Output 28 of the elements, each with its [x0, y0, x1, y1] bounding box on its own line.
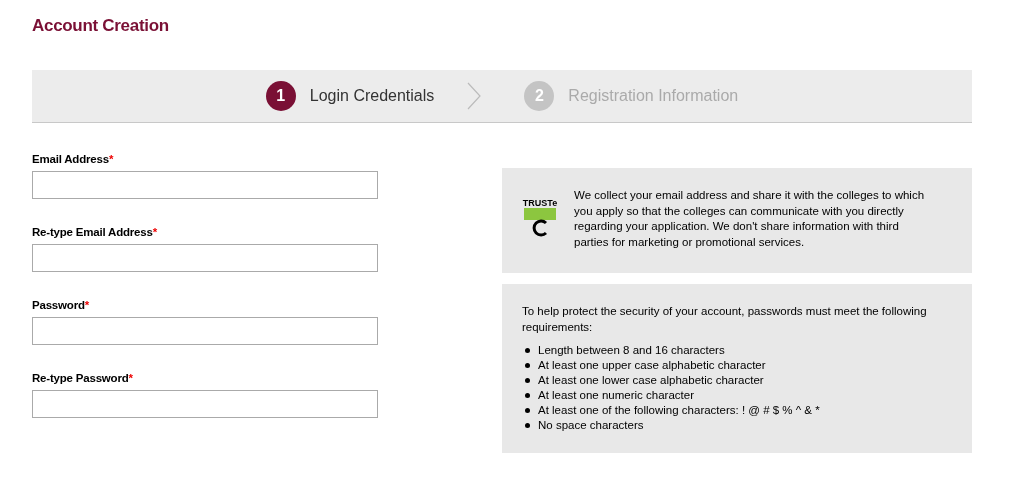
step-number: 1 [265, 81, 296, 111]
bullet-icon [525, 423, 530, 428]
bullet-icon [525, 393, 530, 398]
requirement-text: At least one numeric character [538, 388, 694, 403]
input-field[interactable] [32, 317, 378, 345]
requirement-text: At least one lower case alphabetic character [538, 373, 764, 388]
requirement-text: Length between 8 and 16 characters [538, 343, 725, 358]
step-label: Login Credentials [309, 87, 435, 105]
bullet-icon [525, 408, 530, 413]
input-field[interactable] [32, 244, 378, 272]
field-label: Password* [32, 299, 90, 311]
requirement-text: At least one of the following characters: ! @ # $ % ^ & * [538, 403, 820, 418]
field-label: Re-type Password* [32, 372, 134, 384]
bullet-icon [525, 348, 530, 353]
bullet-icon [525, 363, 530, 368]
privacy-text: We collect your email address and share it with the colleges to which you apply so that the colleges can communicate with you directly regarding your application. We don't share information with third parties for marketing or promotional services. [574, 188, 926, 250]
requirements-intro: To help protect the security of your account, passwords must meet the following requirements: [522, 304, 928, 335]
field-label: Email Address* [32, 153, 115, 165]
bullet-icon [525, 378, 530, 383]
page-title: Account Creation [32, 15, 170, 37]
requirement-text: No space characters [538, 418, 644, 433]
step-label: Registration Information [568, 87, 739, 105]
chevron-icon [466, 81, 483, 111]
input-field[interactable] [32, 171, 378, 199]
step-number: 2 [524, 81, 555, 111]
field-label: Re-type Email Address* [32, 226, 158, 238]
requirement-text: At least one upper case alphabetic character [538, 358, 766, 373]
input-field[interactable] [32, 390, 378, 418]
